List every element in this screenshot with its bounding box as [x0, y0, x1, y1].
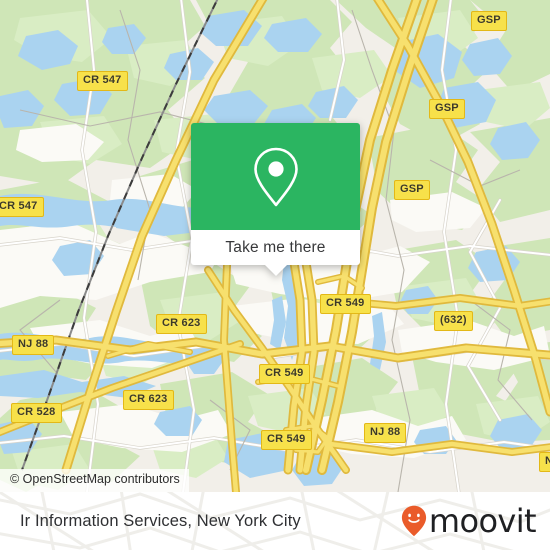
location-popup-card[interactable]: Take me there: [191, 123, 360, 276]
shield-gsp-top: GSP: [471, 11, 507, 31]
moovit-wordmark: moovit: [428, 502, 537, 540]
shield-nj-edge-clipped: N: [539, 452, 550, 472]
shield-nj88-left: NJ 88: [12, 335, 55, 355]
shield-gsp-mid: GSP: [429, 99, 465, 119]
moovit-map-page: GSP GSP GSP CR 547 CR 547 CR 549 (632) CR 623 NJ…: [0, 0, 550, 550]
shield-cr549-upper: CR 549: [320, 294, 371, 314]
moovit-brand[interactable]: moovit: [401, 502, 537, 540]
shield-cr623-upper: CR 623: [156, 314, 207, 334]
shield-cr549-lower: CR 549: [261, 430, 312, 450]
shield-gsp-lower: GSP: [394, 180, 430, 200]
shield-nj88-right: NJ 88: [364, 423, 407, 443]
shield-cr528: CR 528: [11, 403, 62, 423]
take-me-there-label: Take me there: [225, 238, 326, 256]
place-title: Ir Information Services, New York City: [20, 511, 301, 530]
shield-632: (632): [434, 311, 473, 331]
shield-cr549-mid: CR 549: [259, 364, 310, 384]
shield-cr547-top: CR 547: [77, 71, 128, 91]
shield-cr547-left: CR 547: [0, 197, 44, 217]
moovit-smiley-pin-icon: [401, 505, 426, 537]
popup-tail: [264, 265, 287, 276]
shield-cr623-lower: CR 623: [123, 390, 174, 410]
osm-attribution[interactable]: © OpenStreetMap contributors: [0, 469, 189, 492]
page-footer: Ir Information Services, New York City m…: [0, 492, 550, 550]
popup-action[interactable]: Take me there: [191, 230, 360, 265]
popup-header: [191, 123, 360, 230]
map-pin-icon: [253, 147, 298, 206]
